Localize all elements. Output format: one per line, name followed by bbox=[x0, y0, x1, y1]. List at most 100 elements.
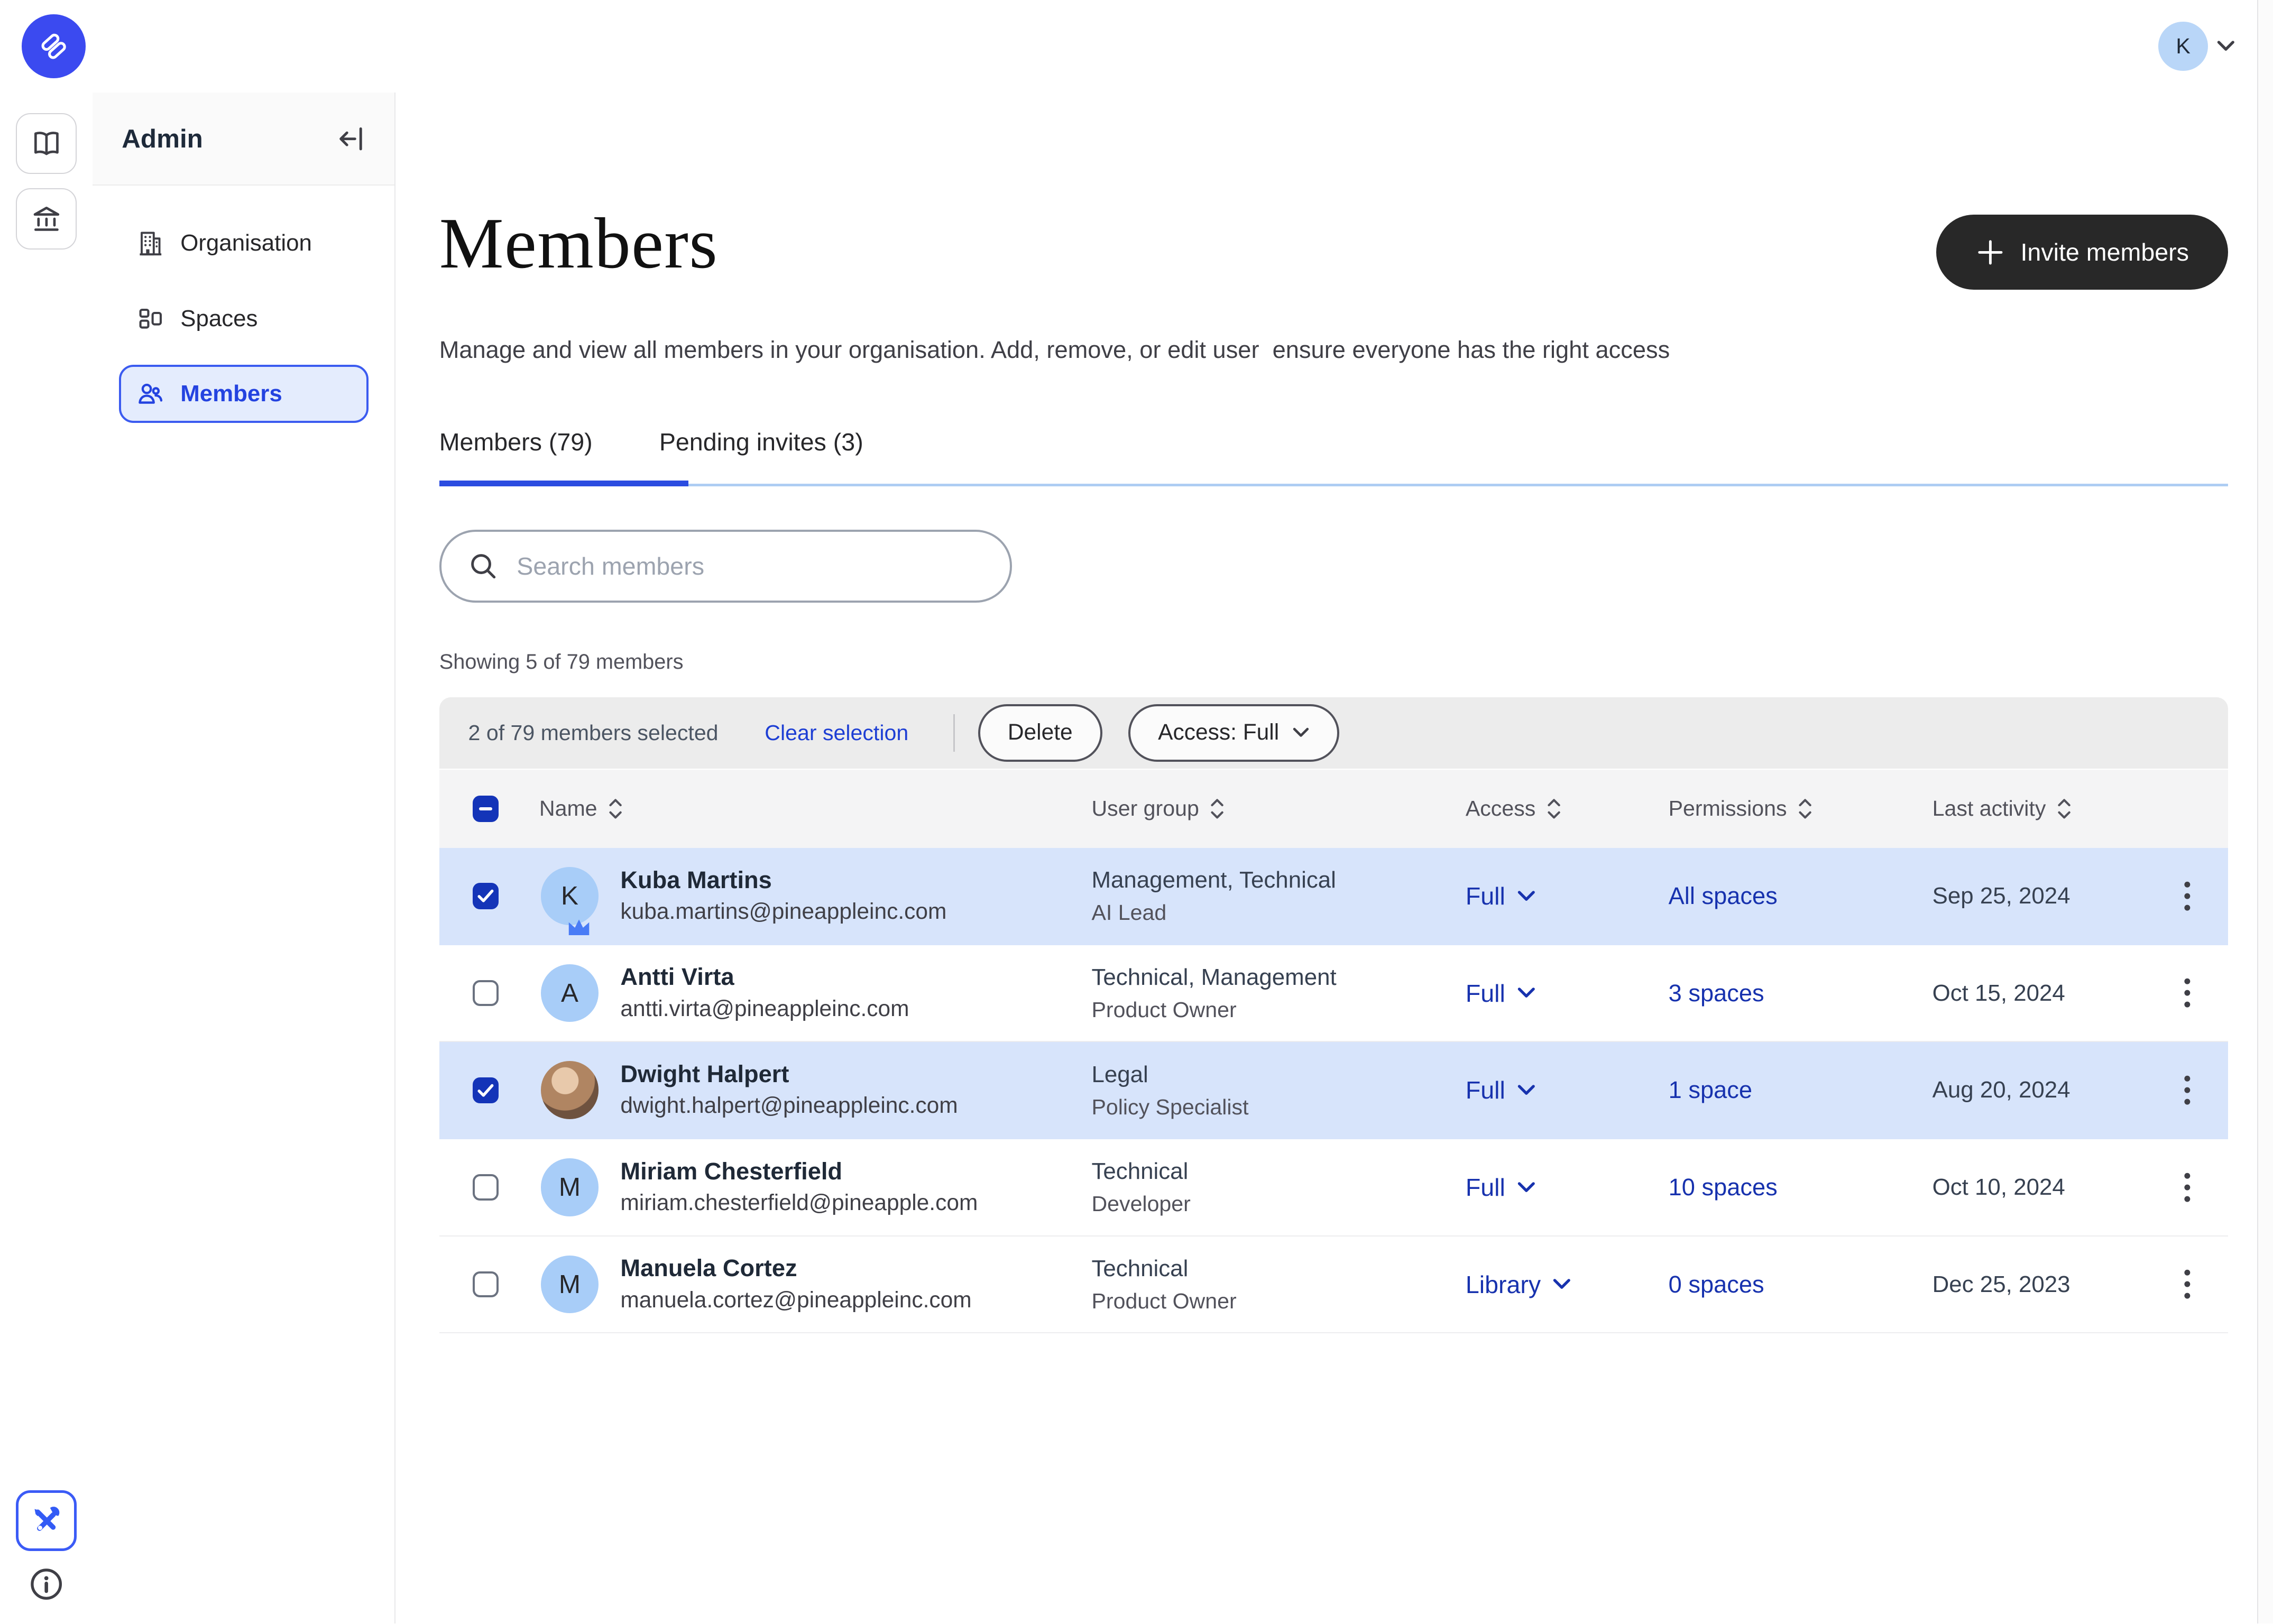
sidebar-item-label: Members bbox=[180, 381, 282, 407]
kebab-icon bbox=[2184, 1074, 2191, 1106]
results-summary: Showing 5 of 79 members bbox=[439, 650, 2228, 674]
chevron-down-icon bbox=[1517, 1181, 1536, 1194]
kebab-icon bbox=[2184, 880, 2191, 912]
check-icon bbox=[477, 889, 494, 903]
bank-icon bbox=[29, 201, 64, 236]
member-name: Manuela Cortez bbox=[620, 1252, 971, 1284]
last-activity: Sep 25, 2024 bbox=[1932, 883, 2147, 909]
chevron-down-icon bbox=[1292, 727, 1310, 739]
kebab-icon bbox=[2184, 1171, 2191, 1203]
access-dropdown[interactable]: Library bbox=[1466, 1270, 1669, 1299]
column-header-permissions[interactable]: Permissions bbox=[1669, 796, 1787, 821]
permissions-link[interactable]: 1 space bbox=[1669, 1076, 1752, 1103]
access-filter-dropdown[interactable]: Access: Full bbox=[1128, 704, 1339, 762]
access-dropdown[interactable]: Full bbox=[1466, 1076, 1669, 1104]
member-name: Dwight Halpert bbox=[620, 1058, 958, 1090]
row-actions-menu[interactable] bbox=[2147, 1171, 2228, 1203]
delete-label: Delete bbox=[1008, 720, 1073, 745]
user-role: Product Owner bbox=[1091, 1285, 1465, 1317]
avatar-photo bbox=[541, 1061, 599, 1119]
icon-rail bbox=[0, 93, 93, 1623]
access-value: Full bbox=[1466, 1076, 1505, 1104]
invite-members-button[interactable]: Invite members bbox=[1936, 215, 2228, 290]
chevron-down-icon bbox=[1552, 1278, 1571, 1291]
row-actions-menu[interactable] bbox=[2147, 1268, 2228, 1300]
user-groups: Technical bbox=[1091, 1252, 1465, 1285]
avatar: A bbox=[541, 964, 599, 1022]
tab-pending-invites[interactable]: Pending invites (3) bbox=[659, 428, 863, 484]
table-header: Name User group Access Permissions Last … bbox=[439, 770, 2228, 848]
last-activity: Oct 15, 2024 bbox=[1932, 980, 2147, 1007]
search-members-input[interactable] bbox=[517, 552, 983, 580]
column-header-user-group[interactable]: User group bbox=[1091, 796, 1199, 821]
row-checkbox[interactable] bbox=[473, 883, 499, 909]
column-header-access[interactable]: Access bbox=[1466, 796, 1536, 821]
sort-icon[interactable] bbox=[1546, 797, 1562, 820]
tab-members[interactable]: Members (79) bbox=[439, 428, 593, 484]
access-value: Library bbox=[1466, 1270, 1541, 1299]
avatar: M bbox=[541, 1256, 599, 1314]
user-groups: Technical, Management bbox=[1091, 961, 1465, 994]
sidebar-item-organisation[interactable]: Organisation bbox=[119, 215, 369, 272]
page-description: Manage and view all members in your orga… bbox=[439, 336, 2228, 364]
column-header-last-activity[interactable]: Last activity bbox=[1932, 796, 2046, 821]
access-value: Full bbox=[1466, 979, 1505, 1008]
table-row: M Manuela Cortez manuela.cortez@pineappl… bbox=[439, 1237, 2228, 1334]
user-groups: Management, Technical bbox=[1091, 863, 1465, 897]
chevron-down-icon bbox=[1517, 890, 1536, 903]
kebab-icon bbox=[2184, 1268, 2191, 1300]
app-logo[interactable] bbox=[22, 14, 86, 78]
member-email: dwight.halpert@pineappleinc.com bbox=[620, 1090, 958, 1122]
table-row: A Antti Virta antti.virta@pineappleinc.c… bbox=[439, 945, 2228, 1042]
collapse-sidebar-button[interactable] bbox=[337, 126, 366, 152]
row-checkbox[interactable] bbox=[473, 980, 499, 1006]
row-checkbox[interactable] bbox=[473, 1271, 499, 1297]
tools-icon bbox=[29, 1503, 64, 1538]
access-dropdown[interactable]: Full bbox=[1466, 1173, 1669, 1202]
sort-icon[interactable] bbox=[2056, 797, 2072, 820]
organisation-home-button[interactable] bbox=[16, 188, 77, 249]
access-dropdown[interactable]: Full bbox=[1466, 882, 1669, 910]
account-menu[interactable]: K bbox=[2158, 22, 2235, 71]
avatar-initial: A bbox=[561, 978, 578, 1008]
sidebar-item-members[interactable]: Members bbox=[119, 365, 369, 422]
access-value: Full bbox=[1466, 882, 1505, 910]
sort-icon[interactable] bbox=[608, 797, 623, 820]
permissions-link[interactable]: 0 spaces bbox=[1669, 1271, 1764, 1298]
library-button[interactable] bbox=[16, 113, 77, 174]
active-tab-indicator bbox=[439, 481, 689, 486]
member-email: miriam.chesterfield@pineapple.com bbox=[620, 1187, 978, 1219]
sidebar-item-spaces[interactable]: Spaces bbox=[119, 290, 369, 347]
avatar-initial: M bbox=[559, 1269, 581, 1299]
search-members-box[interactable] bbox=[439, 530, 1012, 602]
avatar: K bbox=[541, 867, 599, 925]
row-checkbox[interactable] bbox=[473, 1174, 499, 1200]
sort-icon[interactable] bbox=[1797, 797, 1813, 820]
crown-badge bbox=[565, 916, 593, 938]
user-groups: Legal bbox=[1091, 1058, 1465, 1091]
lightning-logo-icon bbox=[35, 27, 72, 65]
member-email: kuba.martins@pineappleinc.com bbox=[620, 896, 946, 928]
permissions-link[interactable]: 10 spaces bbox=[1669, 1174, 1778, 1201]
spaces-icon bbox=[135, 303, 166, 334]
permissions-link[interactable]: All spaces bbox=[1669, 882, 1778, 909]
selection-count: 2 of 79 members selected bbox=[468, 721, 719, 745]
sort-icon[interactable] bbox=[1209, 797, 1225, 820]
tabs: Members (79) Pending invites (3) bbox=[439, 428, 2228, 487]
dev-tools-button[interactable] bbox=[16, 1490, 77, 1551]
access-dropdown[interactable]: Full bbox=[1466, 979, 1669, 1008]
clear-selection-link[interactable]: Clear selection bbox=[765, 721, 908, 745]
select-all-checkbox[interactable] bbox=[473, 796, 499, 822]
user-groups: Technical bbox=[1091, 1155, 1465, 1188]
row-checkbox[interactable] bbox=[473, 1077, 499, 1103]
row-actions-menu[interactable] bbox=[2147, 1074, 2228, 1106]
page-title: Members bbox=[439, 197, 718, 290]
row-actions-menu[interactable] bbox=[2147, 880, 2228, 912]
user-role: Product Owner bbox=[1091, 994, 1465, 1026]
column-header-name[interactable]: Name bbox=[539, 796, 597, 821]
page-scrollbar[interactable] bbox=[2257, 0, 2273, 1623]
permissions-link[interactable]: 3 spaces bbox=[1669, 980, 1764, 1007]
info-button[interactable] bbox=[16, 1565, 77, 1603]
delete-button[interactable]: Delete bbox=[978, 704, 1102, 762]
row-actions-menu[interactable] bbox=[2147, 977, 2228, 1009]
